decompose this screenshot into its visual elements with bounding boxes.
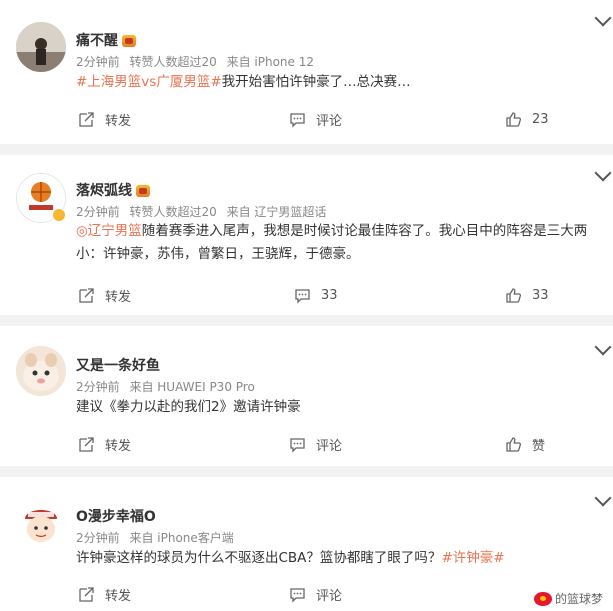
chevron-down-icon[interactable]: [594, 489, 612, 507]
repost-count-note: 转赞人数超过20: [129, 55, 217, 69]
post-text: 我开始害怕许钟豪了…总决赛…: [221, 74, 411, 90]
username-text[interactable]: 又是一条好鱼: [76, 355, 160, 375]
comment-icon: [290, 437, 305, 453]
timestamp: 2分钟前: [76, 205, 120, 219]
username-text[interactable]: 痛不醒: [76, 30, 118, 50]
repost-button[interactable]: 转发: [78, 582, 131, 606]
repost-label: 转发: [105, 289, 132, 305]
post-content: ◎辽宁男篮随着赛季进入尾声，我想是时候讨论最佳阵容了。我心目中的阵容是三大两小：…: [76, 220, 591, 266]
like-count: 23: [532, 111, 549, 127]
thumbs-up-icon: [506, 436, 522, 452]
thumbs-up-icon: [506, 287, 522, 303]
source: 来自 HUAWEI P30 Pro: [129, 380, 255, 394]
comment-button[interactable]: 评论: [289, 107, 342, 131]
verified-badge-icon: [52, 208, 66, 222]
comment-label: 评论: [316, 438, 343, 454]
repost-icon: [79, 287, 94, 303]
timestamp: 2分钟前: [76, 531, 120, 545]
repost-label: 转发: [105, 113, 132, 129]
post-card: 落烬弧线 2分钟前 转赞人数超过20 来自 辽宁男篮超话 ◎辽宁男篮随着赛季进入…: [0, 155, 613, 315]
chevron-down-icon[interactable]: [594, 9, 612, 27]
post-text: 许钟豪这样的球员为什么不驱逐出CBA？篮协都瞎了眼了吗？: [76, 550, 442, 566]
repost-label: 转发: [105, 438, 132, 454]
like-button[interactable]: 23: [505, 107, 549, 131]
comment-icon: [290, 112, 305, 128]
post-card: 又是一条好鱼 2分钟前 来自 HUAWEI P30 Pro 建议《拳力以赴的我们…: [0, 326, 613, 466]
post-content: 建议《拳力以赴的我们2》邀请许钟豪: [76, 396, 583, 419]
timestamp: 2分钟前: [76, 380, 120, 394]
post-meta: 2分钟前 转赞人数超过20 来自 iPhone 12: [76, 53, 320, 70]
post-text: 随着赛季进入尾声，我想是时候讨论最佳阵容了。我心目中的阵容是三大两小：许钟豪，苏…: [76, 223, 588, 262]
chevron-down-icon[interactable]: [594, 164, 612, 182]
avatar[interactable]: [16, 346, 66, 396]
like-button[interactable]: 赞: [505, 432, 545, 456]
repost-icon: [79, 586, 94, 602]
username-text[interactable]: 落烬弧线: [76, 180, 132, 200]
comment-icon: [290, 587, 305, 603]
supertopic-link[interactable]: ◎辽宁男篮: [76, 223, 142, 239]
username[interactable]: 又是一条好鱼: [76, 355, 160, 375]
post-content: 许钟豪这样的球员为什么不驱逐出CBA？篮协都瞎了眼了吗？#许钟豪#: [76, 547, 583, 570]
post-text: 建议《拳力以赴的我们2》邀请许钟豪: [76, 399, 301, 415]
comment-button[interactable]: 评论: [289, 582, 342, 606]
repost-icon: [79, 436, 94, 452]
action-bar: 转发 33 33: [0, 283, 613, 307]
topic-link[interactable]: #许钟豪#: [441, 550, 504, 566]
post-meta: 2分钟前 来自 HUAWEI P30 Pro: [76, 378, 261, 395]
chevron-down-icon[interactable]: [594, 338, 612, 356]
topic-link[interactable]: #上海男篮vs广厦男篮#: [76, 74, 222, 90]
comment-button[interactable]: 评论: [289, 432, 342, 456]
post-card: 痛不醒 2分钟前 转赞人数超过20 来自 iPhone 12 #上海男篮vs广厦…: [0, 0, 613, 144]
vip-badge-icon: [136, 185, 150, 197]
watermark: 的篮球梦: [533, 590, 603, 607]
like-button[interactable]: 33: [505, 283, 549, 307]
repost-count-note: 转赞人数超过20: [129, 205, 217, 219]
thumbs-up-icon: [506, 111, 522, 127]
repost-label: 转发: [105, 588, 132, 604]
avatar[interactable]: [16, 22, 66, 72]
source: 来自 iPhone 12: [226, 55, 314, 69]
action-bar: 转发 评论: [0, 582, 613, 606]
watermark-text: 的篮球梦: [554, 592, 603, 606]
like-count: 33: [532, 287, 549, 303]
repost-button[interactable]: 转发: [78, 283, 131, 307]
post-content: #上海男篮vs广厦男篮#我开始害怕许钟豪了…总决赛…: [76, 71, 583, 94]
repost-button[interactable]: 转发: [78, 107, 131, 131]
avatar[interactable]: [16, 497, 66, 547]
source: 来自 辽宁男篮超话: [226, 205, 327, 219]
post-meta: 2分钟前 转赞人数超过20 来自 辽宁男篮超话: [76, 203, 332, 220]
repost-icon: [79, 111, 94, 127]
comment-icon: [295, 288, 310, 304]
action-bar: 转发 评论 赞: [0, 432, 613, 456]
source: 来自 iPhone客户端: [129, 531, 234, 545]
comment-label: 评论: [316, 113, 343, 129]
username[interactable]: O漫步幸福O: [76, 506, 156, 526]
action-bar: 转发 评论 23: [0, 107, 613, 131]
username[interactable]: 落烬弧线: [76, 180, 150, 200]
post-card: O漫步幸福O 2分钟前 来自 iPhone客户端 许钟豪这样的球员为什么不驱逐出…: [0, 477, 613, 611]
comment-count: 33: [321, 287, 338, 303]
timestamp: 2分钟前: [76, 55, 120, 69]
like-label: 赞: [532, 438, 546, 454]
username[interactable]: 痛不醒: [76, 30, 136, 50]
weibo-logo-icon: [533, 591, 552, 606]
vip-badge-icon: [122, 35, 136, 47]
post-meta: 2分钟前 来自 iPhone客户端: [76, 529, 240, 546]
repost-button[interactable]: 转发: [78, 432, 131, 456]
username-text[interactable]: O漫步幸福O: [76, 506, 156, 526]
comment-button[interactable]: 33: [294, 283, 338, 307]
comment-label: 评论: [316, 588, 343, 604]
